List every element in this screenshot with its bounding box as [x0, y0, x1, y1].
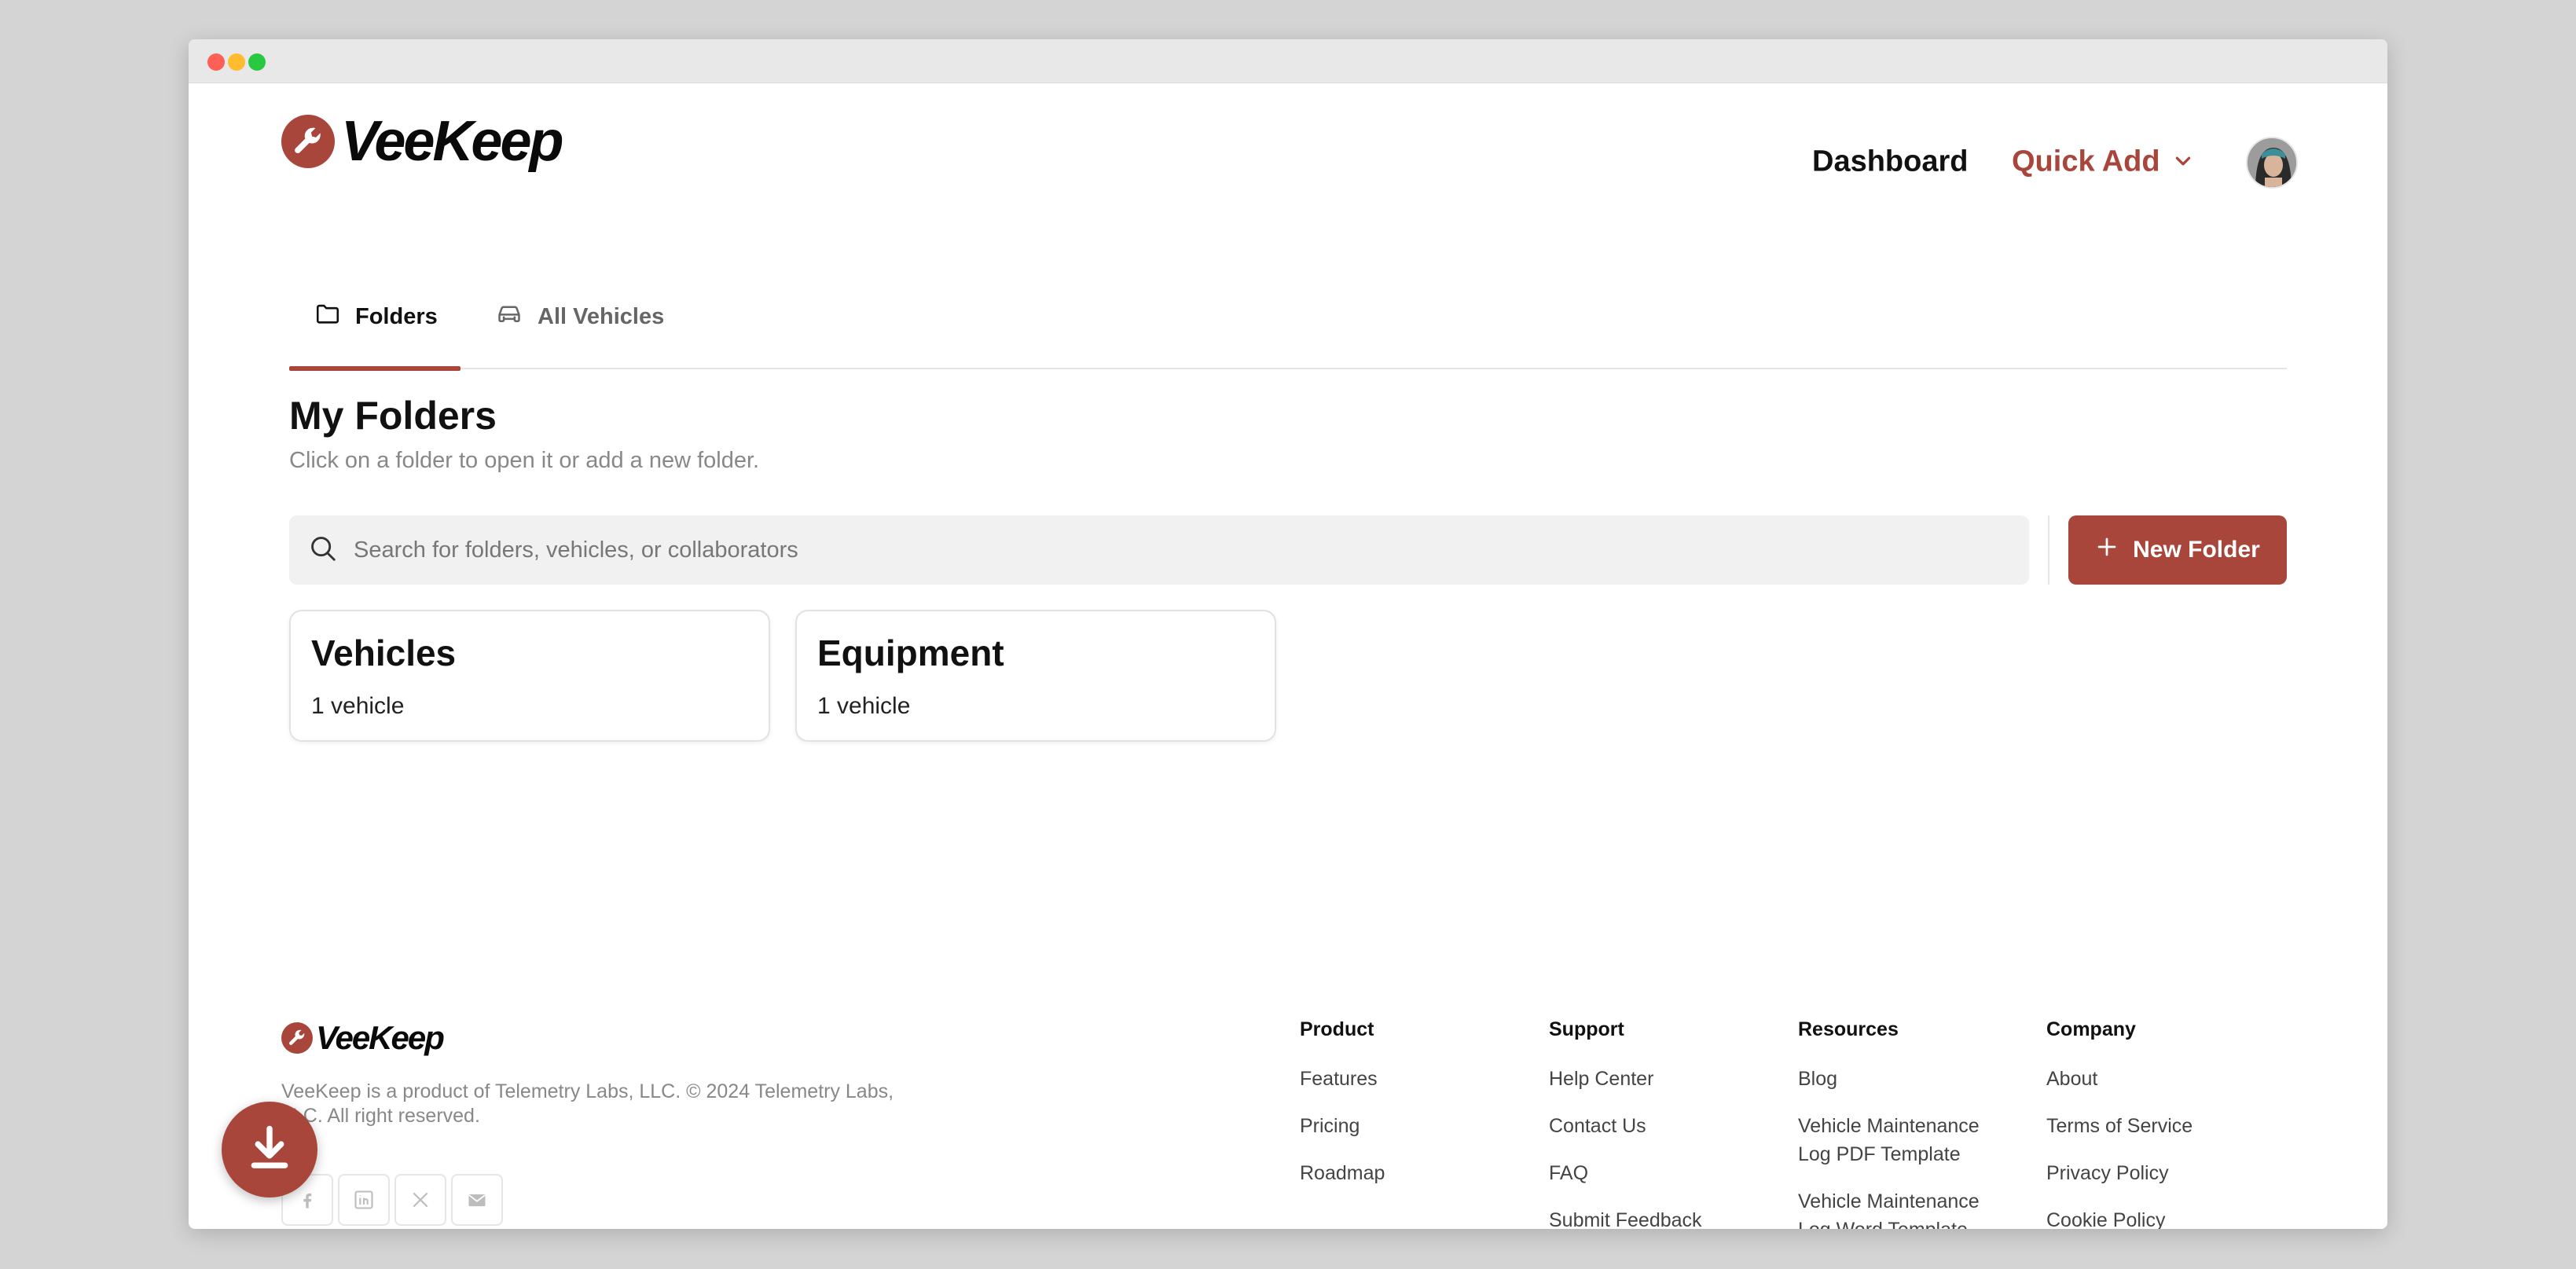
- folder-card-equipment[interactable]: Equipment 1 vehicle: [795, 610, 1276, 742]
- folder-tabs: Folders All Vehicles: [289, 264, 2287, 371]
- footer-column-company: Company About Terms of Service Privacy P…: [2046, 1018, 2251, 1229]
- search-icon: [308, 534, 338, 567]
- wrench-icon: [281, 115, 335, 168]
- tab-all-vehicles-label: All Vehicles: [538, 303, 665, 329]
- email-icon[interactable]: [451, 1174, 503, 1226]
- footer-copyright: VeeKeep is a product of Telemetry Labs, …: [281, 1080, 894, 1127]
- chevron-down-icon: [2173, 145, 2193, 179]
- new-folder-label: New Folder: [2133, 537, 2260, 563]
- search-bar[interactable]: [289, 515, 2029, 585]
- site-header: VeeKeep Dashboard Quick Add: [189, 83, 2387, 201]
- footer-column-support: Support Help Center Contact Us FAQ Submi…: [1549, 1018, 1753, 1229]
- footer-link-pricing[interactable]: Pricing: [1300, 1112, 1504, 1140]
- car-icon: [495, 300, 523, 333]
- new-folder-button[interactable]: New Folder: [2068, 515, 2287, 585]
- maximize-window-button[interactable]: [248, 53, 266, 71]
- brand-name: VeeKeep: [341, 110, 563, 173]
- download-button[interactable]: [222, 1102, 317, 1197]
- page-subtitle: Click on a folder to open it or add a ne…: [289, 448, 760, 473]
- footer-link-roadmap[interactable]: Roadmap: [1300, 1159, 1504, 1187]
- close-window-button[interactable]: [207, 53, 225, 71]
- footer-link-features[interactable]: Features: [1300, 1065, 1504, 1093]
- footer-link-help-center[interactable]: Help Center: [1549, 1065, 1753, 1093]
- linkedin-icon[interactable]: [338, 1174, 390, 1226]
- search-divider: [2048, 515, 2049, 585]
- download-icon: [246, 1123, 293, 1177]
- footer-link-contact-us[interactable]: Contact Us: [1549, 1112, 1753, 1140]
- quick-add-menu[interactable]: Quick Add: [2012, 145, 2193, 179]
- nav-dashboard-link[interactable]: Dashboard: [1812, 145, 1968, 179]
- x-icon[interactable]: [394, 1174, 446, 1226]
- footer-brand-name: VeeKeep: [316, 1019, 445, 1056]
- window-titlebar: [189, 39, 2387, 83]
- plus-icon: [2095, 535, 2119, 565]
- page-title: My Folders: [289, 394, 497, 438]
- search-input[interactable]: [354, 537, 2004, 563]
- footer-column-resources: Resources Blog Vehicle Maintenance Log P…: [1798, 1018, 2002, 1229]
- footer-link-terms[interactable]: Terms of Service: [2046, 1112, 2251, 1140]
- folder-icon: [314, 300, 341, 333]
- footer-heading: Product: [1300, 1018, 1374, 1040]
- footer-link-cookie[interactable]: Cookie Policy: [2046, 1206, 2251, 1229]
- tab-all-vehicles[interactable]: All Vehicles: [495, 280, 664, 354]
- footer-heading: Resources: [1798, 1018, 1899, 1040]
- folder-vehicle-count: 1 vehicle: [311, 693, 405, 719]
- folder-name: Vehicles: [311, 633, 457, 673]
- footer-link-submit-feedback[interactable]: Submit Feedback: [1549, 1206, 1753, 1229]
- user-avatar[interactable]: [2246, 137, 2298, 189]
- footer-link-pdf-template[interactable]: Vehicle Maintenance Log PDF Template: [1798, 1112, 2002, 1168]
- folder-vehicle-count: 1 vehicle: [817, 693, 911, 719]
- footer-column-product: Product Features Pricing Roadmap: [1300, 1018, 1504, 1206]
- footer-link-privacy[interactable]: Privacy Policy: [2046, 1159, 2251, 1187]
- minimize-window-button[interactable]: [228, 53, 245, 71]
- tab-folders-label: Folders: [355, 303, 438, 329]
- footer-heading: Company: [2046, 1018, 2136, 1040]
- wrench-icon: [281, 1022, 313, 1054]
- folder-name: Equipment: [817, 633, 1004, 673]
- footer-heading: Support: [1549, 1018, 1624, 1040]
- social-links: [281, 1174, 503, 1226]
- quick-add-label: Quick Add: [2012, 145, 2160, 178]
- tab-folders[interactable]: Folders: [289, 280, 461, 371]
- footer-logo[interactable]: VeeKeep: [281, 1019, 445, 1056]
- footer-link-blog[interactable]: Blog: [1798, 1065, 2002, 1093]
- footer-link-faq[interactable]: FAQ: [1549, 1159, 1753, 1187]
- veekeep-logo[interactable]: VeeKeep: [281, 110, 563, 173]
- footer-link-word-template[interactable]: Vehicle Maintenance Log Word Template: [1798, 1187, 2002, 1229]
- folder-card-vehicles[interactable]: Vehicles 1 vehicle: [289, 610, 770, 742]
- browser-window: VeeKeep Dashboard Quick Add Folders All …: [189, 39, 2387, 1229]
- footer-link-about[interactable]: About: [2046, 1065, 2251, 1093]
